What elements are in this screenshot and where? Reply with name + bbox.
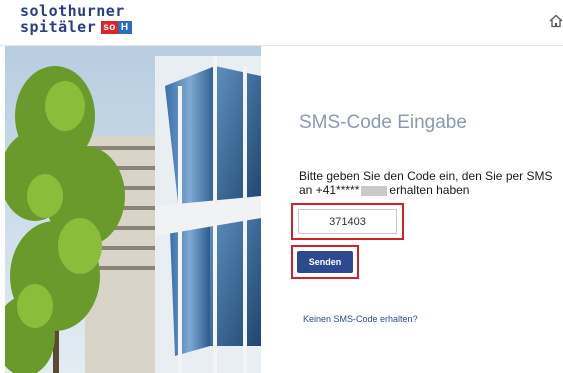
logo-line-2: spitäler so H (20, 19, 132, 35)
logo-line-1: solothurner (20, 2, 125, 20)
sms-code-form: SMS-Code Eingabe Bitte geben Sie den Cod… (262, 46, 563, 373)
instruction-text-part-2: erhalten haben (389, 183, 470, 197)
phone-number-mask (361, 185, 388, 196)
logo[interactable]: solothurner spitäler so H (20, 3, 132, 35)
no-sms-code-link[interactable]: Keinen SMS-Code erhalten? (303, 314, 418, 324)
header: solothurner spitäler so H (0, 0, 563, 46)
code-input-highlight (291, 203, 404, 240)
send-button[interactable]: Senden (297, 251, 353, 273)
home-icon[interactable] (549, 14, 563, 28)
logo-badge-so: so (101, 20, 118, 34)
send-button-highlight: Senden (291, 245, 359, 279)
building-photo (5, 46, 261, 373)
sms-code-input[interactable] (298, 209, 397, 234)
instruction-text: Bitte geben Sie den Code ein, den Sie pe… (299, 169, 554, 197)
logo-line-2-text: spitäler (20, 18, 97, 36)
logo-badge-h: H (117, 20, 132, 34)
building-photo-illustration (5, 46, 261, 373)
page-title: SMS-Code Eingabe (299, 112, 467, 133)
logo-badge: so H (101, 20, 132, 34)
